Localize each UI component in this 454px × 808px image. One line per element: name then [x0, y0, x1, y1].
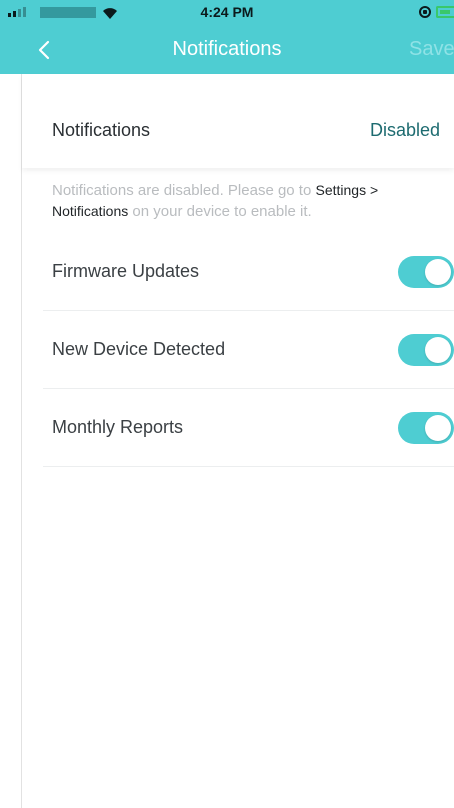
notifications-label: Notifications — [52, 120, 151, 140]
new-device-detected-toggle[interactable] — [398, 334, 454, 366]
notice-settings-path: Settings > — [315, 182, 379, 198]
firmware-updates-toggle[interactable] — [398, 256, 454, 288]
status-time: 4:24 PM — [200, 4, 254, 20]
notifications-disabled-notice: Notifications are disabled. Please go to… — [52, 180, 448, 222]
setting-row-firmware-updates: Firmware Updates — [43, 233, 454, 311]
notice-text-end: on your device to enable it. — [128, 203, 312, 220]
setting-row-monthly-reports: Monthly Reports — [43, 389, 454, 467]
nav-bar: Notifications Save — [0, 24, 454, 74]
monthly-reports-toggle[interactable] — [398, 412, 454, 444]
setting-label: New Device Detected — [52, 339, 226, 359]
save-button[interactable]: Save — [409, 38, 454, 61]
status-bar: 4:24 PM — [0, 0, 454, 24]
setting-label: Firmware Updates — [52, 261, 200, 281]
toggle-knob — [425, 259, 451, 285]
page-title: Notifications — [172, 38, 282, 60]
battery-icon — [436, 6, 454, 18]
setting-row-new-device-detected: New Device Detected — [43, 311, 454, 389]
notice-text-start: Notifications are disabled. Please go to — [52, 182, 316, 199]
notifications-status-link[interactable]: Disabled — [370, 120, 440, 141]
notice-notifications-path: Notifications — [52, 203, 129, 219]
setting-label: Monthly Reports — [52, 417, 184, 437]
orientation-lock-icon — [419, 6, 431, 18]
toggle-knob — [425, 415, 451, 441]
toggle-knob — [425, 337, 451, 363]
left-panel-edge — [0, 74, 22, 808]
notifications-status-card: Notifications Disabled — [22, 74, 454, 168]
